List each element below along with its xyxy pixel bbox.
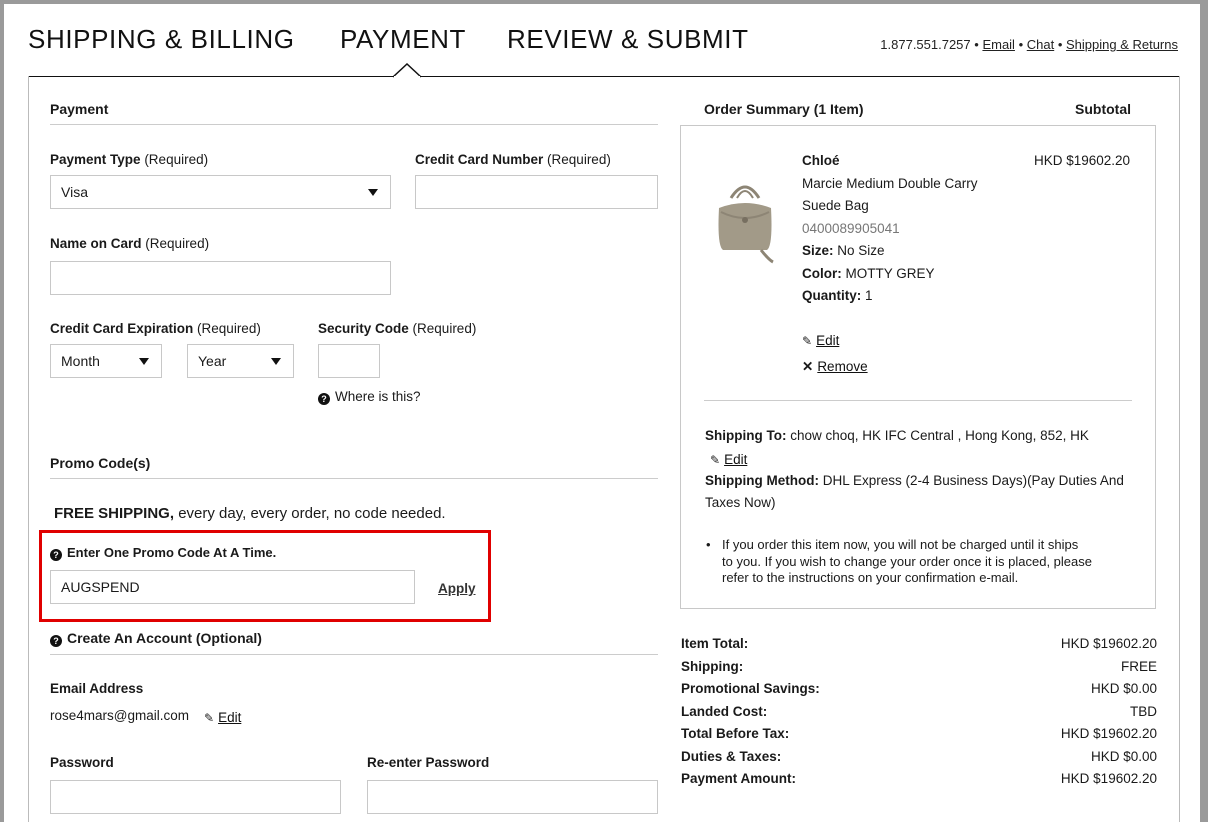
order-summary-heading: Order Summary (1 Item) — [704, 101, 864, 117]
payment-type-label: Payment Type (Required) — [50, 152, 209, 167]
total-value: TBD — [1130, 703, 1157, 719]
reenter-password-input[interactable] — [367, 780, 658, 814]
password-input[interactable] — [50, 780, 341, 814]
product-quantity: Quantity: 1 — [802, 288, 873, 303]
cc-number-input[interactable] — [415, 175, 658, 209]
chevron-down-icon — [271, 358, 281, 365]
steps-divider — [28, 76, 1180, 77]
promo-code-input[interactable]: AUGSPEND — [50, 570, 415, 604]
shipping-to: Shipping To: chow choq, HK IFC Central ,… — [705, 428, 1089, 443]
shipping-method: Shipping Method: DHL Express (2-4 Busine… — [705, 473, 1124, 488]
product-name-line1: Marcie Medium Double Carry — [802, 176, 978, 191]
checkout-page: SHIPPING & BILLING PAYMENT REVIEW & SUBM… — [4, 4, 1200, 822]
product-image — [718, 185, 774, 264]
chevron-down-icon — [139, 358, 149, 365]
total-value: FREE — [1120, 658, 1157, 674]
step-payment[interactable]: PAYMENT — [340, 24, 466, 55]
step-review-submit[interactable]: REVIEW & SUBMIT — [507, 24, 749, 55]
reenter-password-label: Re-enter Password — [367, 755, 490, 770]
charge-note: If you order this item now, you will not… — [722, 537, 1092, 585]
total-value: HKD $0.00 — [1090, 748, 1157, 764]
total-value: HKD $0.00 — [1090, 681, 1157, 696]
expiration-label: Credit Card Expiration (Required) — [50, 321, 261, 336]
edit-item-link[interactable]: ✎ Edit — [802, 333, 839, 348]
promo-divider — [50, 478, 658, 479]
question-circle-icon: ? — [318, 393, 330, 405]
free-shipping-message: FREE SHIPPING, every day, every order, n… — [54, 505, 446, 522]
product-sku: 0400089905041 — [802, 221, 900, 236]
active-step-pointer — [393, 63, 422, 78]
shipping-method-cont: Taxes Now) — [705, 495, 776, 510]
edit-email-link[interactable]: ✎ Edit — [204, 710, 241, 725]
total-label: Total Before Tax: — [681, 726, 790, 741]
email-address-value: rose4mars@gmail.com — [50, 708, 189, 723]
email-address-label: Email Address — [50, 681, 144, 696]
product-size: Size: No Size — [802, 243, 885, 258]
account-divider — [50, 654, 658, 655]
product-price: HKD $19602.20 — [1034, 153, 1131, 168]
promo-heading: Promo Code(s) — [50, 455, 151, 471]
total-label: Promotional Savings: — [681, 681, 820, 696]
promo-instruction: ? Enter One Promo Code At A Time. — [50, 545, 276, 561]
expiration-month-select[interactable]: Month — [50, 344, 162, 378]
expiration-year-select[interactable]: Year — [187, 344, 294, 378]
promo-code-value: AUGSPEND — [61, 579, 140, 595]
product-color: Color: MOTTY GREY — [802, 266, 935, 281]
product-brand: Chloé — [802, 153, 840, 168]
password-label: Password — [50, 755, 114, 770]
content-frame-left — [28, 76, 29, 822]
security-code-label: Security Code (Required) — [318, 321, 477, 336]
total-value: HKD $19602.20 — [1060, 636, 1157, 651]
where-is-this-link[interactable]: ? Where is this? — [318, 389, 421, 405]
chat-link[interactable]: Chat — [1027, 37, 1054, 52]
total-value: HKD $19602.20 — [1060, 771, 1157, 786]
payment-heading: Payment — [50, 101, 109, 117]
total-label: Shipping: — [681, 658, 744, 674]
phone-number: 1.877.551.7257 — [880, 37, 971, 52]
pencil-icon: ✎ — [204, 711, 215, 725]
chevron-down-icon — [368, 189, 378, 196]
close-icon: ✕ — [802, 359, 814, 374]
shipping-returns-link[interactable]: Shipping & Returns — [1066, 37, 1178, 52]
contact-links: 1.877.551.7257 • Email • Chat • Shipping… — [880, 37, 1178, 52]
cc-number-label: Credit Card Number (Required) — [415, 152, 611, 167]
month-value: Month — [61, 353, 100, 369]
remove-item-link[interactable]: ✕ Remove — [802, 359, 868, 375]
name-on-card-label: Name on Card (Required) — [50, 236, 210, 251]
security-code-input[interactable] — [318, 344, 380, 378]
year-value: Year — [198, 353, 227, 369]
payment-type-select[interactable]: Visa — [50, 175, 391, 209]
total-label: Payment Amount: — [681, 771, 797, 786]
subtotal-heading: Subtotal — [1075, 101, 1131, 117]
charge-note-bullet: • — [706, 537, 711, 552]
summary-divider — [704, 400, 1132, 401]
apply-promo-button[interactable]: Apply — [438, 581, 476, 596]
product-name-line2: Suede Bag — [802, 198, 869, 213]
edit-shipping-link[interactable]: ✎ Edit — [710, 452, 747, 467]
payment-type-value: Visa — [61, 184, 88, 200]
question-circle-icon: ? — [50, 635, 62, 647]
email-link[interactable]: Email — [982, 37, 1015, 52]
total-label: Item Total: — [681, 636, 749, 651]
payment-divider — [50, 124, 658, 125]
total-label: Landed Cost: — [681, 703, 768, 719]
content-frame-right — [1179, 76, 1180, 822]
create-account-heading: ? Create An Account (Optional) — [50, 630, 262, 647]
pencil-icon: ✎ — [802, 334, 813, 348]
question-circle-icon: ? — [50, 549, 62, 561]
total-value: HKD $19602.20 — [1060, 726, 1157, 741]
total-label: Duties & Taxes: — [681, 748, 782, 764]
pencil-icon: ✎ — [710, 453, 721, 467]
step-shipping-billing[interactable]: SHIPPING & BILLING — [28, 24, 295, 55]
name-on-card-input[interactable] — [50, 261, 391, 295]
